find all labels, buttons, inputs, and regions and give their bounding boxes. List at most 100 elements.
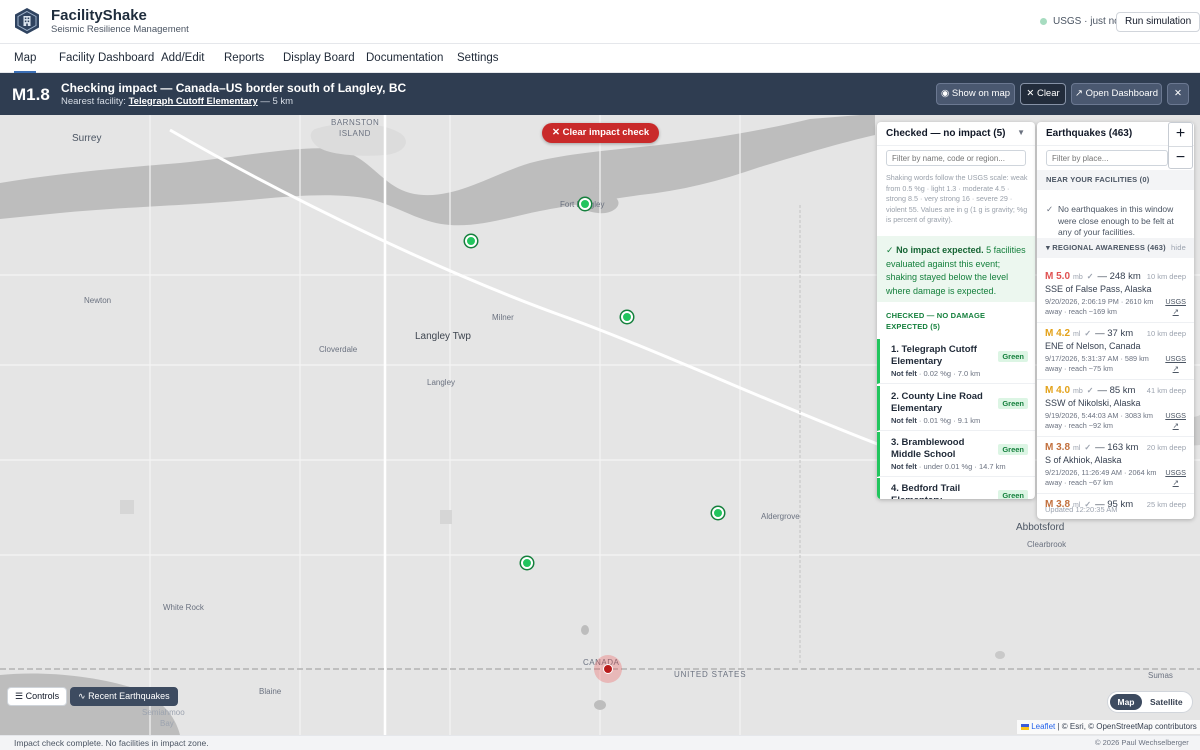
eq-magnitude-line: M 4.2 ml ✓ — 37 km (1045, 328, 1133, 339)
facility-marker[interactable] (712, 507, 724, 519)
external-link-icon: ↗ (1172, 478, 1179, 487)
place-label: Surrey (72, 133, 102, 144)
eq-time: 9/21/2026, 11:26:49 AM · 2064 km (1045, 468, 1157, 477)
usgs-link[interactable]: USGS ↗ (1165, 411, 1186, 431)
show-on-map-button[interactable]: ◉ Show on map (936, 83, 1015, 105)
updated-timestamp: Updated 12:20:35 AM (1045, 505, 1118, 514)
open-dashboard-button[interactable]: ↗ Open Dashboard (1071, 83, 1162, 105)
eye-icon: ◉ (940, 88, 950, 99)
facility-meta: Not felt · 0.01 %g · 9.1 km (891, 416, 980, 425)
map-canvas[interactable]: Surrey BARNSTON ISLAND Fort Langley Newt… (0, 115, 1200, 735)
facility-name: 1. Telegraph Cutoff Elementary (891, 344, 977, 367)
tab-facility-dashboard[interactable]: Facility Dashboard (59, 44, 154, 73)
facility-name: 2. County Line Road Elementary (891, 391, 983, 414)
facility-marker[interactable] (621, 311, 633, 323)
checked-panel-header[interactable]: Checked — no impact (5) ▼ (877, 122, 1035, 146)
footer-status-text: Impact check complete. No facilities in … (14, 738, 209, 748)
facilityshake-logo-icon (15, 8, 39, 34)
eq-magnitude: M 3.8 (1045, 442, 1071, 453)
eq-distance: — 37 km (1095, 328, 1134, 339)
clear-label: Clear (1036, 88, 1060, 99)
usgs-link[interactable]: USGS ↗ (1165, 468, 1186, 488)
facility-name: 3. Bramblewood Middle School (891, 437, 965, 460)
place-label: UNITED STATES (674, 670, 747, 679)
controls-button[interactable]: ☰ Controls (7, 687, 68, 706)
place-label: Newton (84, 296, 112, 305)
tab-map[interactable]: Map (14, 44, 37, 73)
tab-display-board[interactable]: Display Board (283, 44, 355, 73)
eq-magnitude-line: M 4.0 mb ✓ — 85 km (1045, 385, 1135, 396)
check-icon: ✓ (1086, 386, 1094, 395)
facility-name: 4. Bedford Trail Elementary (891, 483, 961, 499)
checked-filter-input[interactable] (886, 150, 1026, 166)
eq-distance: — 85 km (1097, 385, 1136, 396)
felt-level: Not felt (891, 369, 917, 378)
tab-settings[interactable]: Settings (457, 44, 499, 73)
dismiss-banner-button[interactable]: ✕ (1167, 83, 1189, 105)
external-link-icon: ↗ (1172, 364, 1179, 373)
hide-regional-link[interactable]: hide (1171, 238, 1186, 258)
tab-add-edit[interactable]: Add/Edit (161, 44, 204, 73)
zoom-out-button[interactable]: − (1169, 146, 1192, 169)
open-dashboard-label: Open Dashboard (1085, 88, 1158, 99)
app-root: FacilityShake Seismic Resilience Managem… (0, 0, 1200, 750)
close-icon: ✕ (552, 127, 560, 138)
status-badge: Green (998, 444, 1028, 455)
earthquake-epicenter-marker[interactable] (603, 664, 613, 674)
facility-card[interactable]: 1. Telegraph Cutoff Elementary Not felt … (877, 339, 1035, 384)
facility-marker[interactable] (521, 557, 533, 569)
place-label: Semiahmoo (142, 708, 185, 717)
earthquake-list-item[interactable]: M 4.2 ml ✓ — 37 km 10 km deep ENE of Nelson, … (1037, 323, 1194, 380)
external-link-icon: ↗ (1075, 88, 1083, 99)
earthquake-list-item[interactable]: M 5.0 mb ✓ — 248 km 10 km deep SSE of False P… (1037, 266, 1194, 323)
nearest-facility-link[interactable]: Telegraph Cutoff Elementary (129, 96, 258, 107)
eq-magnitude: M 4.0 (1045, 385, 1071, 396)
impact-title: Checking impact — Canada–US border south… (61, 81, 407, 95)
check-icon: ✓ (886, 245, 894, 255)
clear-impact-check-button[interactable]: ✕ Clear impact check (542, 123, 660, 143)
eq-depth: 41 km deep (1146, 386, 1186, 395)
earthquake-list-item[interactable]: M 3.8 ml ✓ — 163 km 20 km deep S of Akhiok, A… (1037, 437, 1194, 494)
basemap-toggle: Map Satellite (1107, 691, 1193, 713)
close-icon: ✕ (1174, 88, 1182, 99)
clear-impact-button[interactable]: ✕ Clear (1020, 83, 1066, 105)
layer-map-button[interactable]: Map (1110, 694, 1142, 710)
usgs-link[interactable]: USGS ↗ (1165, 354, 1186, 374)
recent-earthquakes-button[interactable]: ∿ Recent Earthquakes (70, 687, 178, 706)
zoom-in-button[interactable]: + (1169, 123, 1192, 146)
place-label: Sumas (1148, 671, 1173, 680)
regional-awareness-header[interactable]: ▾ REGIONAL AWARENESS (463) hide (1037, 238, 1194, 258)
eq-time: 9/20/2026, 2:06:19 PM · 2610 km (1045, 297, 1154, 306)
earthquake-filter-input[interactable] (1046, 150, 1168, 166)
usgs-link[interactable]: USGS ↗ (1165, 297, 1186, 317)
brand-subtitle: Seismic Resilience Management (51, 24, 189, 35)
felt-level: Not felt (891, 462, 917, 471)
fraser-river (0, 115, 875, 226)
place-label: White Rock (163, 603, 204, 612)
eq-meta: 9/20/2026, 2:06:19 PM · 2610 km away · re… (1045, 297, 1153, 317)
earthquake-list-item[interactable]: M 4.0 mb ✓ — 85 km 41 km deep SSW of Nikolski… (1037, 380, 1194, 437)
place-label: Langley (427, 378, 456, 387)
eq-magnitude-line: M 3.8 ml ✓ — 163 km (1045, 442, 1138, 453)
facility-card[interactable]: 3. Bramblewood Middle School Not felt · … (877, 432, 1035, 477)
facility-card[interactable]: 4. Bedford Trail Elementary Green (877, 478, 1035, 499)
felt-level: Not felt (891, 416, 917, 425)
layer-satellite-button[interactable]: Satellite (1150, 694, 1183, 710)
check-icon: ✓ (1084, 329, 1092, 338)
facility-marker[interactable] (579, 198, 591, 210)
usgs-link-label: USGS (1165, 354, 1186, 363)
check-icon: ✓ (1084, 443, 1092, 452)
tab-documentation[interactable]: Documentation (366, 44, 443, 73)
facility-marker[interactable] (465, 235, 477, 247)
leaflet-link[interactable]: Leaflet (1031, 722, 1055, 731)
close-icon: ✕ (1026, 88, 1035, 99)
facility-card[interactable]: 2. County Line Road Elementary Not felt … (877, 386, 1035, 431)
facility-meta: Not felt · 0.02 %g · 7.0 km (891, 369, 980, 378)
controls-label: Controls (25, 691, 60, 701)
collapse-caret-icon[interactable]: ▼ (1017, 128, 1025, 137)
near-facilities-empty: No earthquakes in this window were close… (1058, 204, 1174, 237)
usgs-link-label: USGS (1165, 411, 1186, 420)
place-label: Abbotsford (1016, 522, 1065, 533)
run-simulation-button[interactable]: Run simulation (1116, 12, 1200, 32)
tab-reports[interactable]: Reports (224, 44, 264, 73)
